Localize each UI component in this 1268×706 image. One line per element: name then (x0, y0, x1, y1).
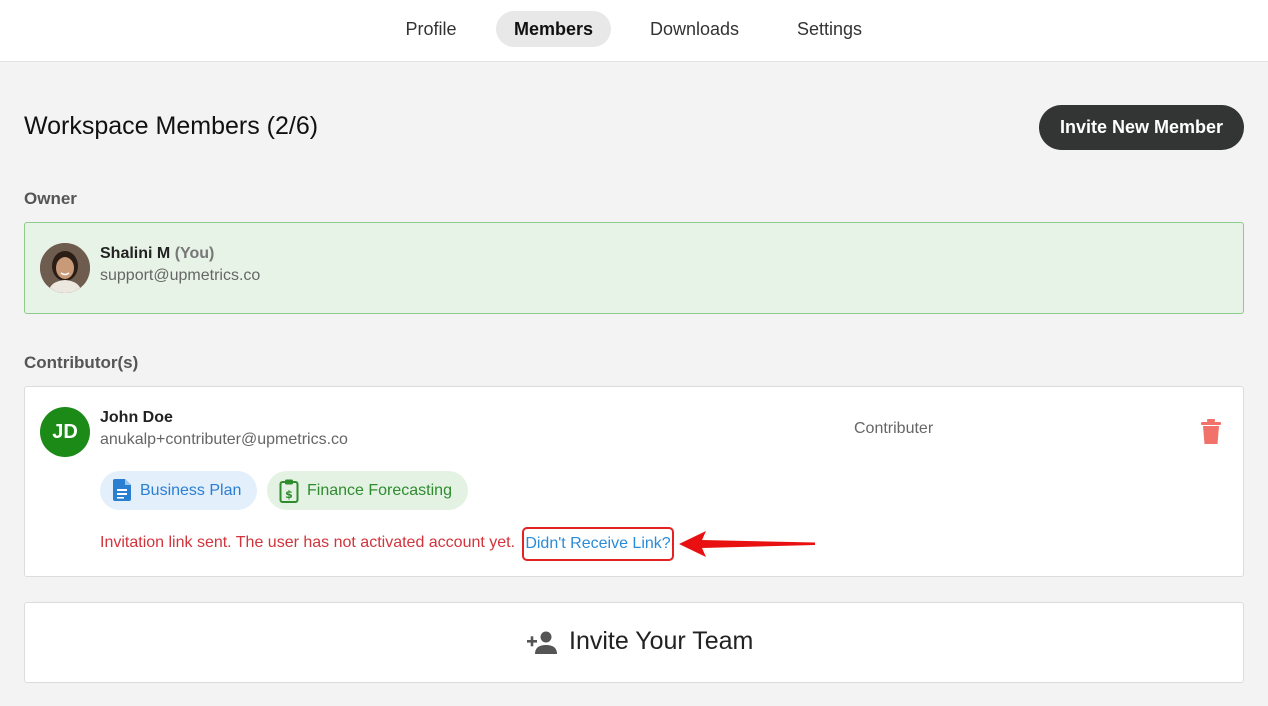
access-chip-label: Business Plan (140, 482, 242, 499)
document-icon (113, 479, 131, 501)
tab-downloads[interactable]: Downloads (631, 11, 758, 47)
contributor-role[interactable]: Contributer (854, 420, 933, 438)
tab-settings[interactable]: Settings (778, 11, 881, 47)
contributor-name: John Doe (100, 409, 173, 426)
didnt-receive-link[interactable]: Didn't Receive Link? (522, 527, 674, 561)
page-title: Workspace Members (2/6) (24, 112, 319, 140)
owner-email: support@upmetrics.co (100, 267, 261, 284)
add-person-icon (527, 631, 557, 654)
annotation-arrow-icon (679, 531, 815, 557)
access-chip-business-plan[interactable]: Business Plan (100, 471, 257, 510)
access-chip-finance-forecasting[interactable]: $ Finance Forecasting (267, 471, 468, 510)
tab-profile[interactable]: Profile (386, 11, 476, 47)
contributors-section-label: Contributor(s) (24, 353, 139, 372)
you-tag: (You) (174, 245, 215, 262)
owner-name-line: Shalini M (You) (100, 245, 214, 263)
owner-section-label: Owner (24, 189, 77, 208)
invite-your-team-label: Invite Your Team (569, 627, 754, 655)
profile-photo-icon (40, 243, 90, 293)
contributor-email: anukalp+contributer@upmetrics.co (100, 431, 348, 448)
owner-card: Shalini M (You) support@upmetrics.co (24, 222, 1244, 314)
invitation-status-message: Invitation link sent. The user has not a… (100, 534, 516, 551)
top-navigation: Profile Members Downloads Settings (0, 0, 1268, 62)
trash-icon (1201, 419, 1221, 444)
invite-your-team-button[interactable]: Invite Your Team (24, 602, 1244, 683)
svg-text:$: $ (285, 488, 293, 501)
tab-members[interactable]: Members (496, 11, 611, 47)
owner-name: Shalini M (100, 245, 171, 262)
access-chip-label: Finance Forecasting (307, 482, 452, 499)
avatar (40, 243, 90, 293)
delete-member-button[interactable] (1200, 419, 1222, 445)
clipboard-dollar-icon: $ (279, 479, 299, 503)
contributor-card: JD John Doe anukalp+contributer@upmetric… (24, 386, 1244, 577)
invite-new-member-button[interactable]: Invite New Member (1039, 105, 1244, 150)
avatar: JD (40, 407, 90, 457)
